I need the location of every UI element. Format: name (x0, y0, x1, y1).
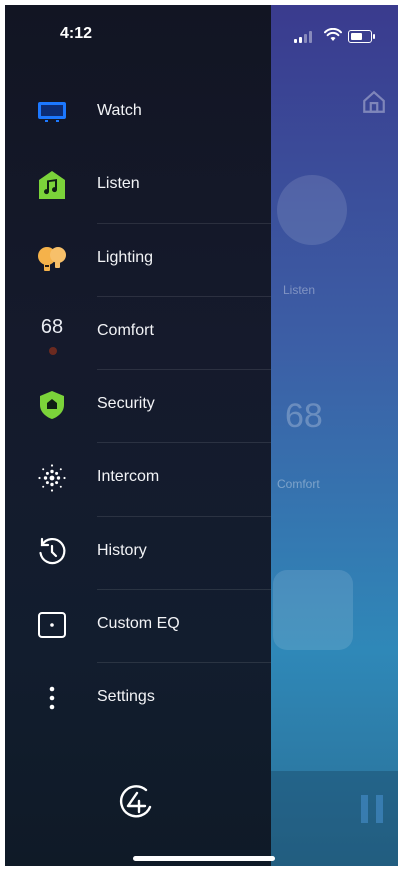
intercom-dots-icon (35, 461, 69, 495)
status-icons (290, 27, 375, 45)
menu-item-label: Comfort (97, 321, 154, 339)
menu-item-label: Intercom (97, 468, 160, 486)
menu-item-watch[interactable]: Watch (5, 77, 271, 150)
background-tile-speaker (273, 570, 353, 650)
indicator-dot (49, 346, 57, 355)
menu-item-lighting[interactable]: Lighting (5, 224, 271, 297)
background-temperature: 68 (285, 397, 323, 435)
thermostat-icon: 68 (35, 315, 69, 355)
music-house-icon (35, 168, 69, 202)
battery-icon (348, 30, 375, 43)
home-indicator[interactable] (133, 856, 275, 861)
background-tile-listen (277, 175, 347, 245)
menu-item-settings[interactable]: Settings (5, 663, 271, 736)
bulbs-icon (35, 242, 69, 276)
menu-item-label: Settings (97, 688, 155, 706)
wifi-icon (324, 28, 342, 41)
brand-logo-icon[interactable] (115, 781, 159, 825)
menu-item-label: Security (97, 395, 155, 413)
pause-icon (361, 795, 383, 823)
cellular-signal-icon (294, 31, 314, 43)
menu-item-listen[interactable]: Listen (5, 150, 271, 224)
menu-item-custom-eq[interactable]: Custom EQ (5, 590, 271, 664)
menu-item-intercom[interactable]: Intercom (5, 443, 271, 517)
home-icon (363, 90, 385, 113)
menu-item-history[interactable]: History (5, 517, 271, 591)
menu-item-comfort[interactable]: 68 Comfort (5, 297, 271, 371)
drawer-menu: Watch Listen Lighting 68 Comfort Securit… (5, 77, 271, 737)
menu-item-label: History (97, 541, 147, 559)
tv-icon (35, 95, 69, 129)
comfort-temperature: 68 (40, 316, 64, 339)
phone-screen: Listen 68 Comfort Watch Listen Lighting … (5, 5, 398, 866)
status-bar: 4:12 (5, 5, 398, 65)
shield-icon (35, 388, 69, 422)
menu-item-security[interactable]: Security (5, 370, 271, 444)
more-vertical-icon (35, 681, 69, 715)
menu-item-label: Lighting (97, 248, 154, 266)
history-clock-icon (35, 535, 69, 569)
status-time: 4:12 (60, 25, 93, 42)
menu-item-label: Listen (97, 175, 140, 193)
background-tile-listen-label: Listen (283, 283, 316, 297)
menu-item-label: Custom EQ (97, 615, 180, 633)
speaker-box-icon (35, 608, 69, 642)
menu-item-label: Watch (97, 102, 142, 119)
navigation-drawer: Watch Listen Lighting 68 Comfort Securit… (5, 5, 271, 866)
background-tile-comfort-label: Comfort (277, 477, 320, 491)
